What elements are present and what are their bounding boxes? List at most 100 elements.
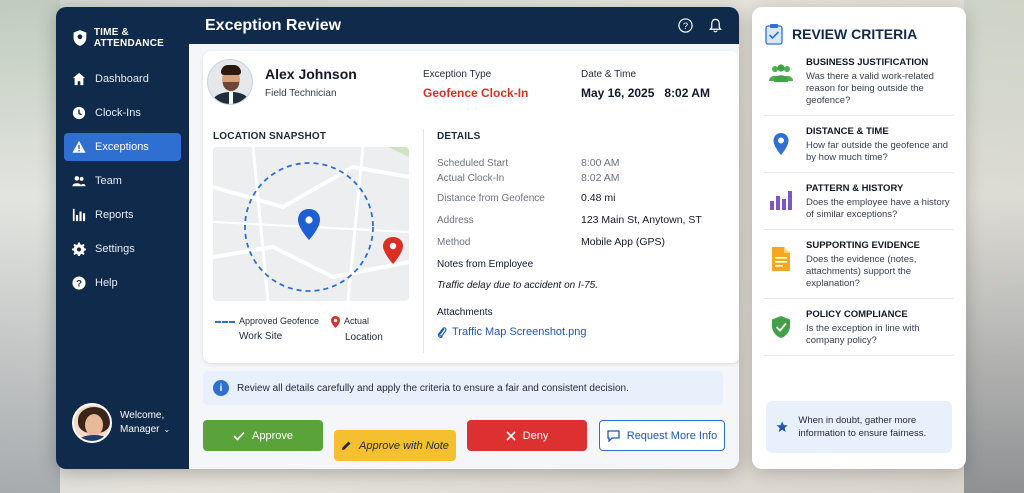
employee-header: Alex Johnson Field Technician — [207, 59, 357, 105]
location-shield-icon — [73, 30, 87, 46]
employee-role: Field Technician — [265, 87, 337, 99]
sidebar-item-team[interactable]: Team — [64, 167, 181, 195]
page-title: Exception Review — [205, 16, 342, 34]
datetime-label: Date & Time — [581, 69, 637, 80]
greeting-text: Welcome, — [120, 410, 165, 421]
criteria-item-desc: How far outside the geofence and by how … — [806, 140, 949, 163]
app-window: TIME & ATTENDANCE Dashboard Clock-Ins Ex… — [56, 7, 739, 469]
legend-actual-sub: Location — [345, 331, 383, 343]
sidebar-nav: Dashboard Clock-Ins Exceptions Team Repo… — [56, 65, 189, 297]
request-more-info-label: Request More Info — [626, 429, 718, 442]
attachment-link[interactable]: Traffic Map Screenshot.png — [437, 326, 727, 338]
criteria-title: REVIEW CRITERIA — [792, 26, 918, 42]
reports-icon — [72, 208, 86, 222]
clipboard-check-icon — [765, 24, 783, 45]
criteria-item-title: POLICY COMPLIANCE — [806, 309, 908, 320]
user-menu[interactable]: Welcome, Manager ⌄ — [72, 403, 170, 443]
sidebar-item-help[interactable]: ? Help — [64, 269, 181, 297]
criteria-item-desc: Does the evidence (notes, attachments) s… — [806, 254, 917, 289]
team-icon — [72, 176, 86, 187]
exception-type-label: Exception Type — [423, 69, 492, 80]
location-map[interactable] — [213, 147, 409, 301]
detail-value: 8:00 AM — [581, 157, 620, 169]
divider — [423, 129, 424, 353]
tip-box: When in doubt, gather more information t… — [766, 401, 952, 453]
close-icon — [506, 430, 516, 441]
criteria-item-title: DISTANCE & TIME — [806, 126, 889, 137]
criteria-item-desc: Was there a valid work-related reason fo… — [806, 71, 934, 106]
detail-row: Method Mobile App (GPS) — [437, 231, 727, 253]
help-icon: ? — [72, 276, 86, 290]
request-more-info-button[interactable]: Request More Info — [599, 420, 725, 451]
info-text: Review all details carefully and apply t… — [237, 382, 629, 394]
criteria-header: REVIEW CRITERIA — [764, 21, 954, 47]
detail-value: 0.48 mi — [581, 192, 616, 204]
dashed-line-icon — [215, 320, 235, 323]
sidebar-item-clock-ins[interactable]: Clock-Ins — [64, 99, 181, 127]
team-icon — [769, 64, 793, 82]
shield-check-icon — [772, 316, 790, 338]
red-pin-icon — [331, 315, 340, 328]
clock-icon — [72, 106, 86, 120]
paperclip-icon — [437, 327, 447, 338]
legend-geofence-label: Approved Geofence — [239, 316, 320, 326]
home-icon — [72, 72, 86, 86]
sidebar-item-dashboard[interactable]: Dashboard — [64, 65, 181, 93]
criteria-item: SUPPORTING EVIDENCE Does the evidence (n… — [764, 230, 954, 299]
criteria-item: PATTERN & HISTORY Does the employee have… — [764, 173, 954, 230]
review-criteria-panel: REVIEW CRITERIA BUSINESS JUSTIFICATION W… — [752, 7, 966, 469]
criteria-item: DISTANCE & TIME How far outside the geof… — [764, 116, 954, 173]
location-snapshot-title: LOCATION SNAPSHOT — [213, 131, 327, 142]
avatar — [72, 403, 112, 443]
detail-row: Actual Clock-In 8:02 AM — [437, 169, 727, 187]
warning-icon — [72, 140, 86, 153]
detail-key: Distance from Geofence — [437, 192, 545, 204]
sidebar-item-reports[interactable]: Reports — [64, 201, 181, 229]
exception-datetime: Date & Time May 16, 2025 8:02 AM — [581, 69, 710, 100]
detail-row: Scheduled Start 8:00 AM — [437, 157, 727, 169]
deny-label: Deny — [522, 429, 549, 442]
brand-name: TIME & ATTENDANCE — [93, 27, 165, 49]
criteria-item-title: SUPPORTING EVIDENCE — [806, 240, 921, 251]
gear-icon — [72, 242, 86, 256]
approve-with-note-button[interactable]: Approve with Note — [334, 430, 456, 461]
main-content: Exception Review ? Alex Johnson Field Te… — [189, 7, 739, 469]
criteria-item-title: BUSINESS JUSTIFICATION — [806, 57, 929, 68]
sidebar: TIME & ATTENDANCE Dashboard Clock-Ins Ex… — [56, 7, 189, 469]
exception-type: Exception Type Geofence Clock-In — [423, 69, 528, 100]
approve-label: Approve — [252, 429, 293, 442]
document-icon — [772, 247, 790, 271]
star-icon — [776, 421, 788, 432]
detail-value: 8:02 AM — [581, 172, 620, 184]
sidebar-item-label: Reports — [95, 209, 134, 221]
employee-avatar — [207, 59, 253, 105]
legend-geofence: Approved Geofence Work Site — [215, 315, 319, 343]
sidebar-item-label: Help — [95, 277, 118, 289]
exception-card: Alex Johnson Field Technician Exception … — [203, 51, 739, 363]
approve-with-note-label: Approve with Note — [359, 439, 449, 452]
criteria-item-desc: Does the employee have a history of simi… — [806, 197, 950, 220]
sidebar-item-label: Settings — [95, 243, 135, 255]
brand: TIME & ATTENDANCE — [56, 7, 189, 55]
map-graphic — [213, 147, 409, 301]
details-panel: Scheduled Start 8:00 AM Actual Clock-In … — [437, 157, 727, 338]
deny-button[interactable]: Deny — [467, 420, 587, 451]
sidebar-item-settings[interactable]: Settings — [64, 235, 181, 263]
bell-icon[interactable] — [707, 18, 723, 34]
detail-value: 123 Main St, Anytown, ST — [581, 214, 702, 226]
attachment-name: Traffic Map Screenshot.png — [452, 326, 587, 338]
user-name: Manager — [120, 424, 160, 435]
help-icon[interactable]: ? — [677, 18, 693, 34]
detail-key: Actual Clock-In — [437, 172, 505, 184]
chevron-down-icon[interactable]: ⌄ — [163, 425, 170, 434]
detail-key: Scheduled Start — [437, 157, 509, 169]
chat-icon — [607, 429, 620, 442]
sidebar-item-exceptions[interactable]: Exceptions — [64, 133, 181, 161]
svg-text:?: ? — [76, 279, 82, 290]
info-banner: i Review all details carefully and apply… — [203, 371, 723, 405]
detail-row: Distance from Geofence 0.48 mi — [437, 187, 727, 209]
datetime-value: May 16, 2025 8:02 AM — [581, 86, 710, 100]
notes-label: Notes from Employee — [437, 259, 534, 270]
approve-button[interactable]: Approve — [203, 420, 323, 451]
info-icon: i — [213, 380, 229, 396]
